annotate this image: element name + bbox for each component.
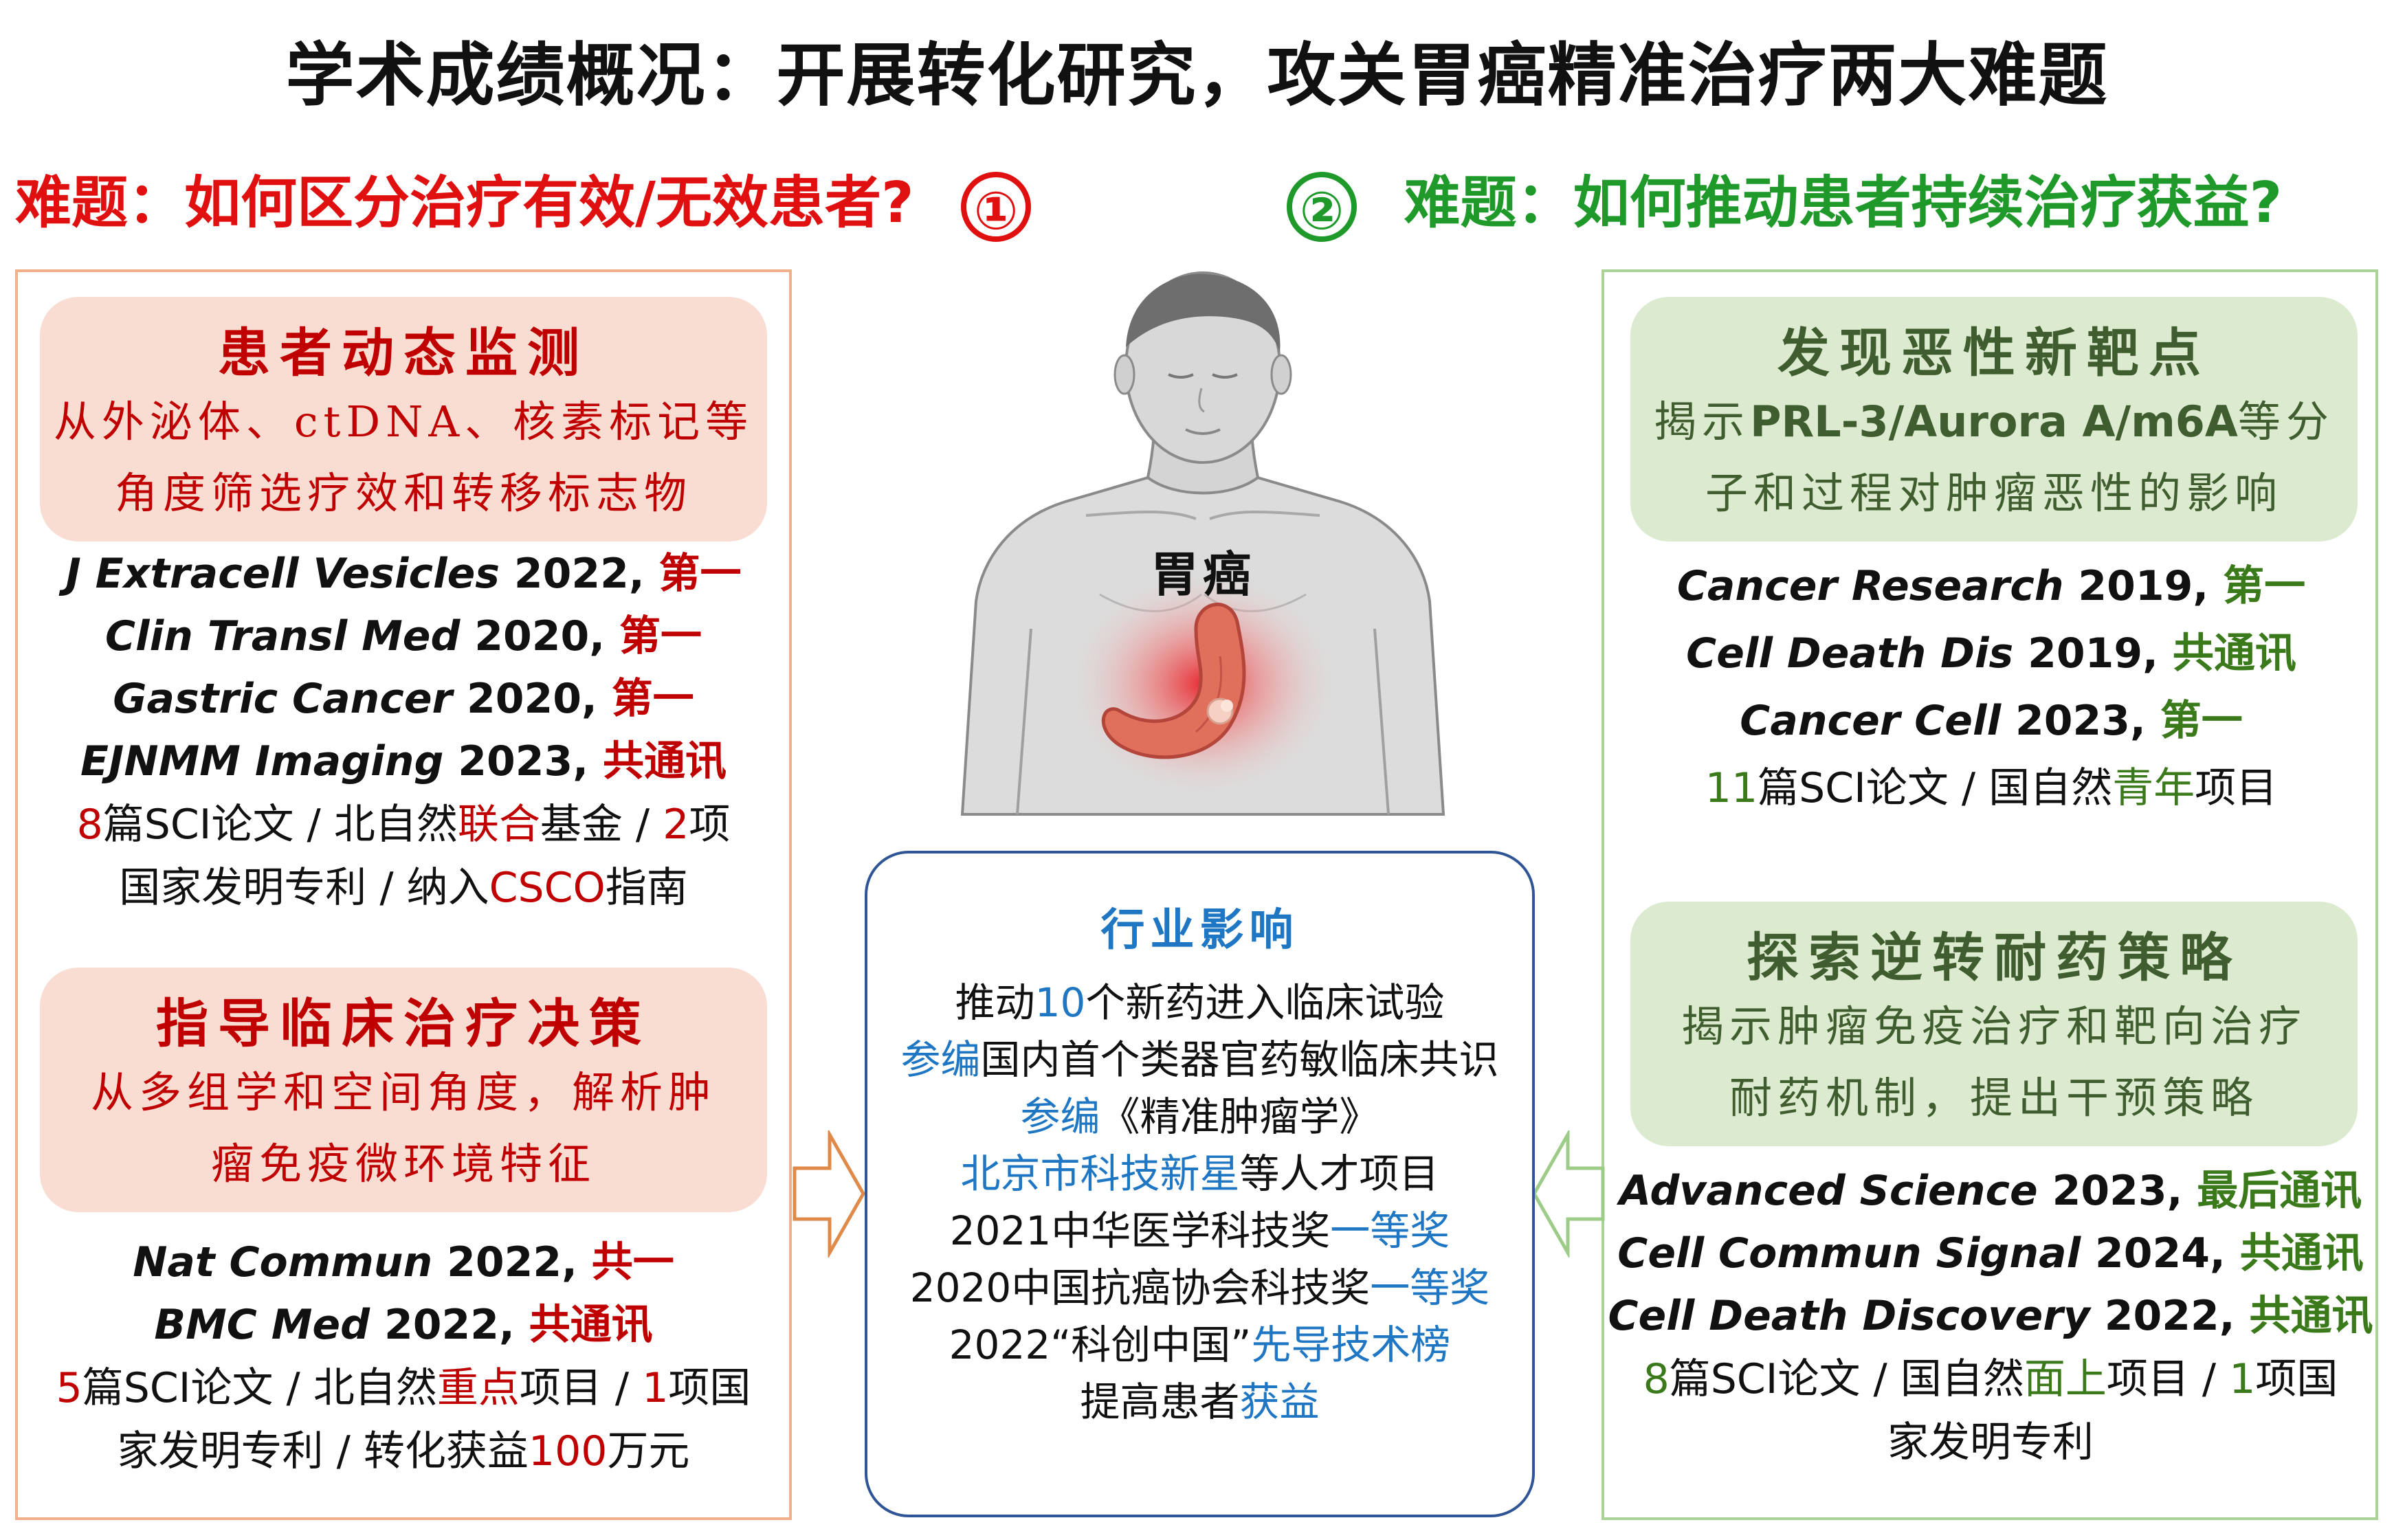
- reference-item: Nat Commun 2022, 共一: [133, 1238, 674, 1286]
- question-right: ② 难题：如何推动患者持续治疗获益?: [1287, 157, 2282, 242]
- reference-item: Clin Transl Med 2020, 第一: [105, 612, 702, 660]
- impact-item: 北京市科技新星等人才项目: [960, 1150, 1439, 1197]
- drug-resistance-line1: 揭示肿瘤免疫治疗和靶向治疗: [1681, 1001, 2307, 1051]
- reference-item: Gastric Cancer 2020, 第一: [113, 675, 694, 723]
- summary-line: 家发明专利: [1887, 1418, 2094, 1466]
- reference-item: EJNMM Imaging 2023, 共通讯: [80, 737, 727, 785]
- new-target-line2: 子和过程对肿瘤恶性的影响: [1705, 468, 2283, 518]
- reference-item: Cell Death Discovery 2022, 共通讯: [1608, 1292, 2373, 1340]
- arrow-right-icon: [793, 1130, 865, 1258]
- summary-line: 11篇SCI论文 / 国自然青年项目: [1705, 764, 2278, 812]
- summary-line: 国家发明专利 / 纳入CSCO指南: [119, 864, 688, 912]
- industry-impact-heading: 行业影响: [1100, 904, 1299, 956]
- clinical-decision-box: 指导临床治疗决策 从多组学和空间角度，解析肿 瘤免疫微环境特征: [40, 968, 767, 1212]
- patient-monitoring-box: 患者动态监测 从外泌体、ctDNA、核素标记等 角度筛选疗效和转移标志物: [40, 297, 767, 542]
- summary-line: 8篇SCI论文 / 国自然面上项目 / 1项国: [1643, 1355, 2338, 1403]
- right-refs-2: Advanced Science 2023, 最后通讯 Cell Commun …: [1606, 1160, 2375, 1474]
- reference-item: J Extracell Vesicles 2022, 第一: [65, 550, 742, 598]
- reference-item: Cancer Research 2019, 第一: [1676, 562, 2306, 610]
- summary-line: 5篇SCI论文 / 北自然重点项目 / 1项国: [56, 1364, 751, 1412]
- page-title: 学术成绩概况：开展转化研究，攻关胃癌精准治疗两大难题: [285, 35, 2109, 115]
- clinical-decision-line1: 从多组学和空间角度，解析肿: [90, 1067, 716, 1117]
- impact-item: 参编国内首个类器官药敏临床共识: [900, 1036, 1499, 1083]
- number-two-badge: ②: [1287, 171, 1357, 242]
- impact-item: 2020中国抗癌协会科技奖一等奖: [909, 1264, 1490, 1311]
- reference-item: Cell Death Dis 2019, 共通讯: [1686, 629, 2296, 678]
- left-refs-2: Nat Commun 2022, 共一 BMC Med 2022, 共通讯 5篇…: [27, 1231, 779, 1483]
- question-left: 难题：如何区分治疗有效/无效患者? ①: [15, 157, 1032, 242]
- reference-item: Advanced Science 2023, 最后通讯: [1619, 1167, 2362, 1215]
- arrow-left-icon: [1532, 1130, 1605, 1258]
- drug-resistance-line2: 耐药机制，提出干预策略: [1729, 1073, 2259, 1123]
- question-left-text: 难题：如何区分治疗有效/无效患者?: [15, 170, 914, 236]
- impact-item: 参编《精准肿瘤学》: [1020, 1093, 1379, 1140]
- drug-resistance-heading: 探索逆转耐药策略: [1747, 927, 2241, 988]
- number-one-badge: ①: [961, 171, 1032, 242]
- reference-item: Cell Commun Signal 2024, 共通讯: [1617, 1229, 2364, 1277]
- industry-impact-box: 行业影响 推动10个新药进入临床试验 参编国内首个类器官药敏临床共识 参编《精准…: [865, 851, 1535, 1517]
- new-target-line1: 揭示PRL-3/Aurora A/m6A等分: [1654, 397, 2334, 447]
- new-target-box: 发现恶性新靶点 揭示PRL-3/Aurora A/m6A等分 子和过程对肿瘤恶性…: [1630, 297, 2358, 542]
- new-target-heading: 发现恶性新靶点: [1777, 322, 2210, 383]
- right-refs-1: Cancer Research 2019, 第一 Cell Death Dis …: [1615, 553, 2367, 822]
- patient-monitoring-line1: 从外泌体、ctDNA、核素标记等: [53, 397, 754, 447]
- stomach-cancer-label: 胃癌: [1151, 546, 1255, 603]
- impact-item: 2022“科创中国”先导技术榜: [949, 1321, 1451, 1368]
- impact-item: 推动10个新药进入临床试验: [955, 979, 1445, 1026]
- question-right-text: 难题：如何推动患者持续治疗获益?: [1404, 170, 2283, 236]
- reference-item: BMC Med 2022, 共通讯: [154, 1301, 653, 1349]
- summary-line: 家发明专利 / 转化获益100万元: [117, 1427, 690, 1475]
- patient-monitoring-line2: 角度筛选疗效和转移标志物: [114, 468, 692, 518]
- impact-item: 提高患者获益: [1080, 1379, 1320, 1425]
- summary-line: 8篇SCI论文 / 北自然联合基金 / 2项: [76, 801, 731, 849]
- drug-resistance-box: 探索逆转耐药策略 揭示肿瘤免疫治疗和靶向治疗 耐药机制，提出干预策略: [1630, 902, 2358, 1146]
- clinical-decision-line2: 瘤免疫微环境特征: [210, 1139, 596, 1189]
- impact-item: 2021中华医学科技奖一等奖: [949, 1207, 1450, 1254]
- clinical-decision-heading: 指导临床治疗决策: [156, 993, 651, 1054]
- reference-item: Cancer Cell 2023, 第一: [1740, 697, 2243, 745]
- left-refs-1: J Extracell Vesicles 2022, 第一 Clin Trans…: [27, 543, 779, 919]
- patient-monitoring-heading: 患者动态监测: [218, 322, 589, 383]
